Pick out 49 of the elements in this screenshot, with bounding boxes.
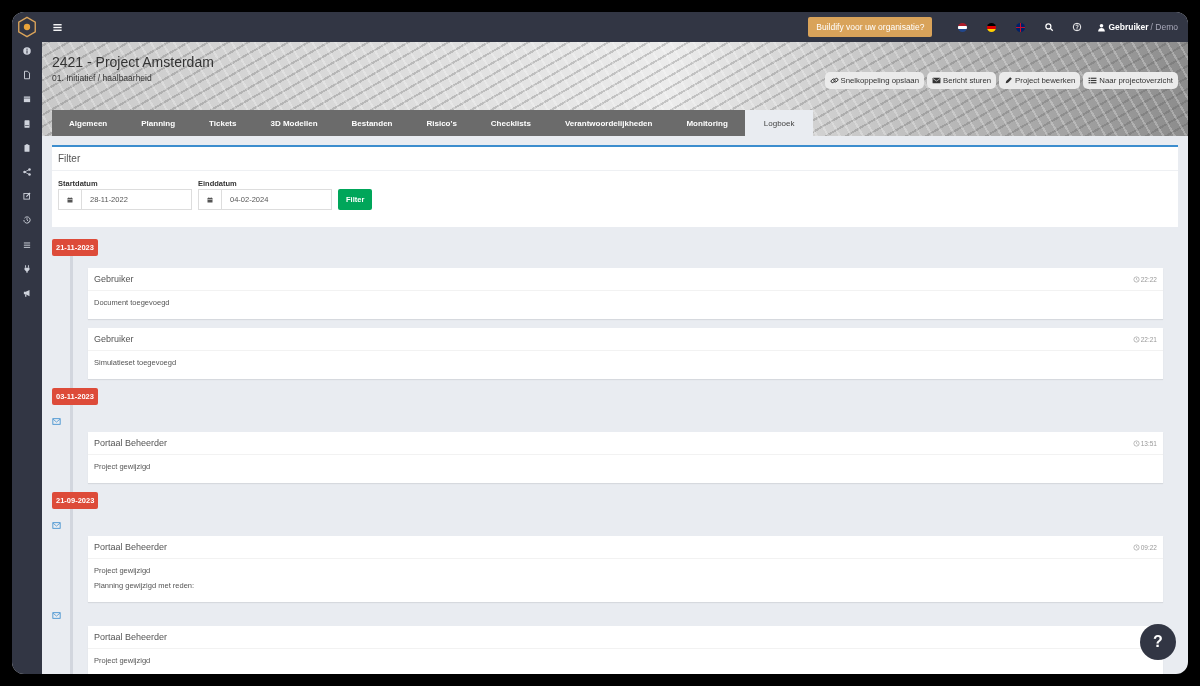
entry-author: Gebruiker bbox=[94, 274, 134, 284]
hexagon-logo-icon[interactable] bbox=[16, 16, 38, 38]
entry-author: Gebruiker bbox=[94, 334, 134, 344]
entry-author: Portaal Beheerder bbox=[94, 632, 168, 642]
list-icon bbox=[1088, 76, 1098, 85]
british-flag-icon[interactable] bbox=[1016, 22, 1026, 32]
clipboard-icon[interactable] bbox=[22, 142, 32, 153]
filter-title: Filter bbox=[52, 147, 1178, 171]
tab[interactable]: Algemeen bbox=[52, 110, 125, 136]
clock-icon bbox=[1132, 275, 1140, 283]
tab[interactable]: Risico's bbox=[409, 110, 474, 136]
calendar-icon[interactable] bbox=[22, 94, 32, 105]
help-button[interactable]: ? bbox=[1140, 624, 1176, 660]
tab[interactable]: Tickets bbox=[192, 110, 254, 136]
plug-icon[interactable] bbox=[22, 263, 32, 274]
search-icon[interactable] bbox=[1044, 22, 1055, 32]
pencil-icon bbox=[1004, 76, 1014, 85]
help-icon[interactable] bbox=[1072, 22, 1083, 32]
tab[interactable]: 3D Modellen bbox=[253, 110, 335, 136]
project-phase: 01. Initiatief / haalbaarheid bbox=[52, 73, 153, 83]
share-icon[interactable] bbox=[22, 166, 32, 177]
user-name[interactable]: Gebruiker bbox=[1108, 22, 1149, 32]
info-icon[interactable] bbox=[22, 46, 32, 56]
envelope-icon bbox=[931, 76, 941, 85]
entry-author: Portaal Beheerder bbox=[94, 438, 168, 448]
tab[interactable]: Verantwoordelijkheden bbox=[547, 110, 670, 136]
tab[interactable]: Logboek bbox=[744, 110, 814, 136]
project-title: 2421 - Project Amsterdam bbox=[52, 54, 214, 70]
calendar-icon bbox=[206, 195, 214, 204]
dutch-flag-icon[interactable] bbox=[958, 22, 968, 32]
edit-icon[interactable] bbox=[22, 191, 32, 202]
book-icon[interactable] bbox=[22, 118, 32, 129]
calendar-icon bbox=[66, 195, 74, 204]
document-icon[interactable] bbox=[22, 70, 32, 81]
clock-icon bbox=[1132, 335, 1140, 343]
tab[interactable]: Monitoring bbox=[669, 110, 745, 136]
clock-icon bbox=[1132, 543, 1140, 551]
menu-icon[interactable] bbox=[52, 21, 63, 33]
tab[interactable]: Planning bbox=[124, 110, 192, 136]
tab[interactable]: Checklists bbox=[473, 110, 548, 136]
link-icon bbox=[829, 76, 839, 85]
history-icon[interactable] bbox=[22, 215, 32, 226]
tab[interactable]: Bestanden bbox=[334, 110, 410, 136]
account-name: / Demo bbox=[1150, 22, 1178, 32]
german-flag-icon[interactable] bbox=[987, 22, 997, 32]
user-icon bbox=[1097, 22, 1107, 32]
entry-author: Portaal Beheerder bbox=[94, 542, 168, 552]
megaphone-icon[interactable] bbox=[22, 287, 32, 298]
clock-icon bbox=[1132, 439, 1140, 447]
